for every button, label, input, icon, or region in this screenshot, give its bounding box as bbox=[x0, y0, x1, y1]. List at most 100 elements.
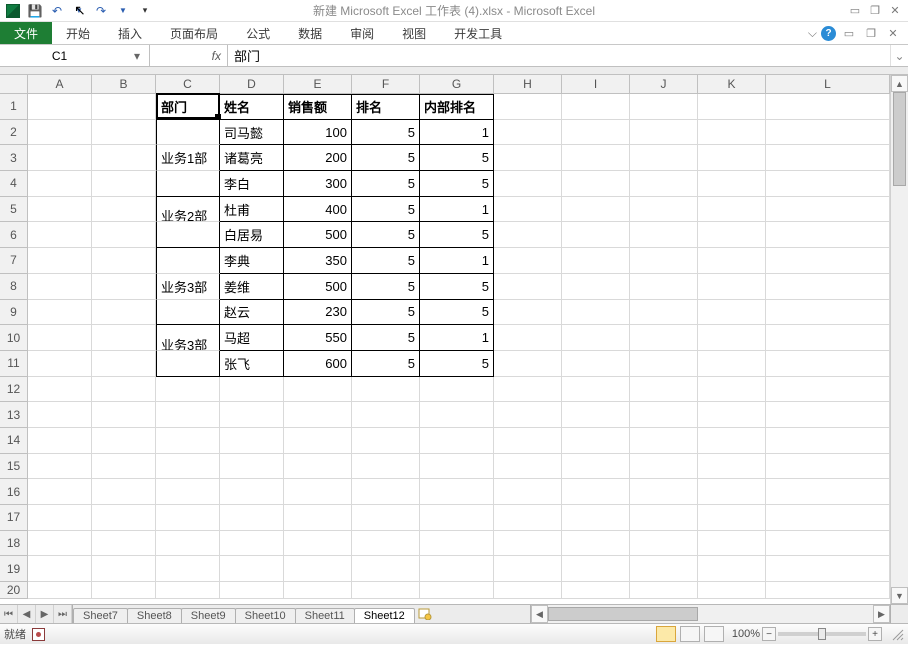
cell[interactable] bbox=[494, 248, 562, 274]
cell[interactable] bbox=[562, 120, 630, 146]
cell[interactable]: 诸葛亮 bbox=[220, 145, 284, 171]
vscroll-thumb[interactable] bbox=[893, 92, 906, 186]
cell[interactable] bbox=[562, 351, 630, 377]
cell[interactable] bbox=[630, 479, 698, 505]
cell[interactable] bbox=[698, 300, 766, 326]
cell[interactable] bbox=[28, 505, 92, 531]
cell[interactable] bbox=[698, 222, 766, 248]
cell[interactable] bbox=[420, 531, 494, 557]
row-header[interactable]: 3 bbox=[0, 145, 28, 171]
col-header[interactable]: L bbox=[766, 75, 890, 94]
cell[interactable] bbox=[494, 402, 562, 428]
cell[interactable] bbox=[766, 222, 890, 248]
sheet-tab[interactable]: Sheet10 bbox=[235, 608, 296, 623]
row-header[interactable]: 6 bbox=[0, 222, 28, 248]
cell[interactable]: 业务3部 bbox=[156, 325, 220, 351]
cell[interactable] bbox=[562, 300, 630, 326]
cell[interactable] bbox=[420, 402, 494, 428]
cell[interactable] bbox=[494, 351, 562, 377]
scroll-up-button[interactable]: ▲ bbox=[891, 75, 908, 92]
col-header[interactable]: B bbox=[92, 75, 156, 94]
cell[interactable] bbox=[92, 531, 156, 557]
cell[interactable] bbox=[562, 222, 630, 248]
cell[interactable]: 5 bbox=[352, 120, 420, 146]
cell[interactable]: 5 bbox=[352, 145, 420, 171]
zoom-in-button[interactable]: + bbox=[868, 627, 882, 641]
cell[interactable] bbox=[92, 325, 156, 351]
cell[interactable] bbox=[28, 402, 92, 428]
cell[interactable] bbox=[698, 94, 766, 120]
cell[interactable] bbox=[92, 377, 156, 403]
cell[interactable] bbox=[766, 531, 890, 557]
cell[interactable] bbox=[562, 428, 630, 454]
cell[interactable] bbox=[220, 428, 284, 454]
cell[interactable] bbox=[562, 531, 630, 557]
cell[interactable] bbox=[766, 300, 890, 326]
cell[interactable]: 350 bbox=[284, 248, 352, 274]
cell[interactable] bbox=[220, 454, 284, 480]
cell[interactable] bbox=[494, 505, 562, 531]
cell[interactable] bbox=[352, 454, 420, 480]
row-header[interactable]: 17 bbox=[0, 505, 28, 531]
cell[interactable] bbox=[92, 171, 156, 197]
cell[interactable] bbox=[630, 171, 698, 197]
undo-more-icon[interactable]: ▼ bbox=[70, 2, 88, 20]
cell[interactable]: 部门 bbox=[156, 94, 220, 120]
cell[interactable] bbox=[766, 454, 890, 480]
cell[interactable] bbox=[28, 222, 92, 248]
tab-pagelayout[interactable]: 页面布局 bbox=[156, 22, 232, 44]
cell[interactable] bbox=[284, 531, 352, 557]
cell[interactable] bbox=[630, 248, 698, 274]
cell[interactable]: 1 bbox=[420, 120, 494, 146]
cell[interactable] bbox=[28, 197, 92, 223]
cell[interactable] bbox=[562, 145, 630, 171]
tab-data[interactable]: 数据 bbox=[284, 22, 336, 44]
new-sheet-button[interactable] bbox=[414, 605, 436, 623]
cell[interactable]: 姓名 bbox=[220, 94, 284, 120]
cell[interactable]: 500 bbox=[284, 222, 352, 248]
vscroll-track[interactable] bbox=[891, 92, 908, 587]
cell[interactable] bbox=[766, 402, 890, 428]
save-button[interactable]: 💾 bbox=[26, 2, 44, 20]
cell[interactable] bbox=[220, 582, 284, 599]
col-header[interactable]: G bbox=[420, 75, 494, 94]
cell[interactable] bbox=[284, 428, 352, 454]
sheet-nav-next[interactable]: ▶ bbox=[36, 605, 54, 623]
cell[interactable] bbox=[766, 556, 890, 582]
cell[interactable]: 业务2部 bbox=[156, 197, 220, 223]
cell[interactable]: 张飞 bbox=[220, 351, 284, 377]
row-header[interactable]: 19 bbox=[0, 556, 28, 582]
cell[interactable] bbox=[766, 145, 890, 171]
col-header[interactable]: F bbox=[352, 75, 420, 94]
cell[interactable] bbox=[92, 145, 156, 171]
cell[interactable] bbox=[420, 377, 494, 403]
cell[interactable] bbox=[630, 582, 698, 599]
row-header[interactable]: 2 bbox=[0, 120, 28, 146]
cell[interactable] bbox=[352, 402, 420, 428]
cell[interactable]: 马超 bbox=[220, 325, 284, 351]
maximize-button[interactable]: ❐ bbox=[866, 4, 884, 18]
cell[interactable] bbox=[156, 300, 220, 326]
tab-file[interactable]: 文件 bbox=[0, 22, 52, 44]
cell[interactable] bbox=[220, 402, 284, 428]
cell[interactable] bbox=[766, 274, 890, 300]
cell[interactable]: 5 bbox=[420, 145, 494, 171]
cell[interactable] bbox=[766, 582, 890, 599]
cell[interactable] bbox=[630, 274, 698, 300]
cell[interactable] bbox=[562, 454, 630, 480]
cell[interactable] bbox=[494, 428, 562, 454]
cell[interactable] bbox=[92, 582, 156, 599]
cell[interactable] bbox=[92, 248, 156, 274]
column-headers[interactable]: A B C D E F G H I J K L bbox=[28, 75, 890, 94]
zoom-value[interactable]: 100% bbox=[732, 628, 760, 640]
row-header[interactable]: 12 bbox=[0, 377, 28, 403]
cell[interactable]: 内部排名 bbox=[420, 94, 494, 120]
select-all-button[interactable] bbox=[0, 75, 28, 94]
qat-customize-icon[interactable]: ▾ bbox=[136, 2, 154, 20]
cell[interactable] bbox=[698, 402, 766, 428]
cell[interactable] bbox=[28, 325, 92, 351]
sheet-nav-last[interactable]: ⏭ bbox=[54, 605, 72, 623]
cell[interactable] bbox=[494, 531, 562, 557]
cell[interactable]: 5 bbox=[420, 222, 494, 248]
cell[interactable] bbox=[698, 145, 766, 171]
